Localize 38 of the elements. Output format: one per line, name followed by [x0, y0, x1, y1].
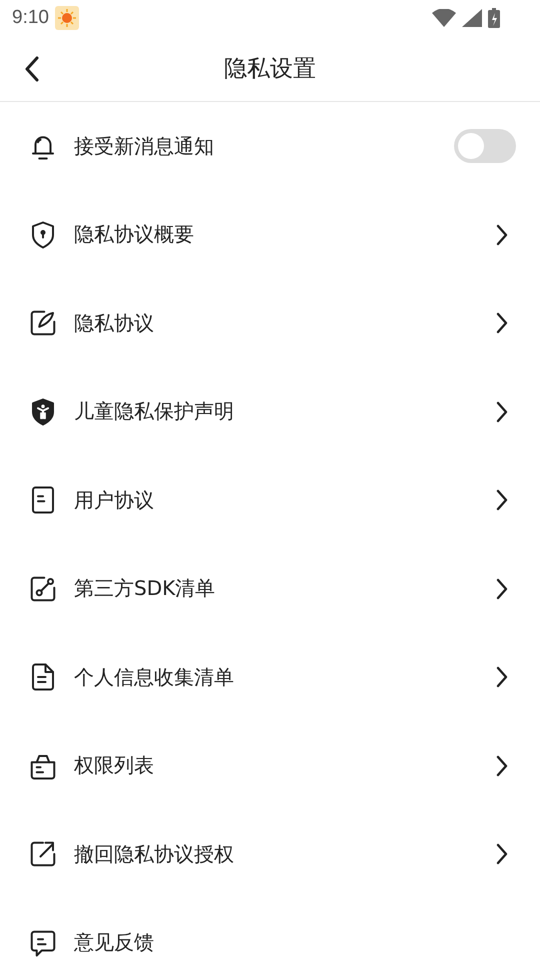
item-label: 隐私协议概要	[74, 221, 194, 248]
item-label: 儿童隐私保护声明	[74, 398, 234, 426]
settings-item[interactable]: 第三方SDK清单	[0, 544, 540, 633]
status-time: 9:10	[12, 7, 49, 29]
settings-item[interactable]: 儿童隐私保护声明	[0, 368, 540, 456]
item-label: 个人信息收集清单	[74, 664, 234, 691]
settings-item[interactable]: 用户协议	[0, 456, 540, 544]
pen-icon	[28, 308, 58, 338]
chevron-right-icon	[496, 666, 508, 688]
item-label: 隐私协议	[74, 310, 154, 337]
battery-icon	[488, 8, 500, 28]
notification-toggle[interactable]	[454, 129, 516, 164]
settings-item[interactable]: 个人信息收集清单	[0, 633, 540, 722]
settings-item[interactable]: 权限列表	[0, 722, 540, 810]
chevron-right-icon	[496, 224, 508, 246]
item-label: 撤回隐私协议授权	[74, 840, 234, 868]
item-label: 意见反馈	[74, 929, 154, 956]
settings-item[interactable]: 撤回隐私协议授权	[0, 810, 540, 898]
item-label: 接受新消息通知	[74, 132, 214, 160]
signal-icon	[462, 9, 482, 27]
chevron-right-icon	[496, 489, 508, 512]
settings-item[interactable]: 隐私协议	[0, 279, 540, 368]
settings-item[interactable]: 意见反馈	[0, 898, 540, 960]
item-label: 权限列表	[74, 752, 154, 780]
item-label: 用户协议	[74, 486, 154, 514]
chevron-right-icon	[496, 843, 508, 866]
back-icon	[24, 56, 40, 82]
wifi-icon	[432, 9, 456, 27]
chevron-right-icon	[496, 578, 508, 600]
sun-icon	[54, 6, 79, 30]
page-title: 隐私设置	[224, 55, 316, 84]
settings-item[interactable]: 接受新消息通知	[0, 102, 540, 190]
chevron-right-icon	[496, 400, 508, 423]
item-label: 第三方SDK清单	[74, 575, 216, 602]
settings-item[interactable]: 隐私协议概要	[0, 190, 540, 279]
share-icon	[28, 839, 58, 870]
chevron-right-icon	[496, 312, 508, 334]
chevron-right-icon	[496, 754, 508, 777]
